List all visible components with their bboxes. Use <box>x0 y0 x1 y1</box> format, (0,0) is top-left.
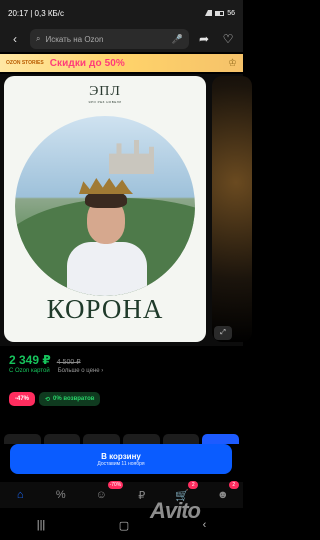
system-nav: ||| ▢ ‹ <box>0 510 243 540</box>
current-price: 2 349 ₽ <box>9 353 51 367</box>
back-icon[interactable]: ‹ <box>6 30 24 48</box>
promo-badge: -70% <box>107 481 124 489</box>
share-icon[interactable]: ➦ <box>195 30 213 48</box>
next-product-image[interactable] <box>212 76 252 342</box>
avito-watermark: Avito <box>150 498 201 523</box>
fresh-icon[interactable]: ☺ -70% <box>91 481 124 505</box>
profile-badge: 2 <box>228 481 239 489</box>
zoom-icon[interactable]: ⤢ <box>214 326 232 340</box>
price-row: 2 349 ₽ 4 500 ₽ <box>9 353 81 367</box>
bottom-nav: ⌂ % ☺ -70% ₽ 🛒 2 ☻ 2 <box>0 481 243 508</box>
tab-strip-segment[interactable] <box>123 434 160 444</box>
home-icon[interactable]: ⌂ <box>10 485 30 505</box>
top-bar: ‹ ⌕ Искать на Ozon 🎤 ➦ ♡ <box>0 26 243 52</box>
publisher-logo: ЭПЛ ЭРО РЕЗ НОВЕЛЛ <box>4 84 206 104</box>
add-to-cart-button[interactable]: В корзину Доставим 11 ноября <box>10 444 232 474</box>
promo-banner[interactable]: OZON STORIES Скидки до 50% ♔ <box>0 54 243 72</box>
price-details: С Ozon картой Больше о цене › <box>9 368 103 374</box>
ruble-icon[interactable]: ₽ <box>132 485 152 505</box>
discount-badge: -47% <box>9 392 36 406</box>
promo-brand: OZON STORIES <box>6 60 44 66</box>
cover-photo <box>15 116 195 296</box>
status-bar: 20:17 | 0,3 КБ/с 56 <box>0 0 243 26</box>
book-title: КОРОНА <box>46 294 164 324</box>
old-price: 4 500 ₽ <box>56 359 81 366</box>
recents-icon[interactable]: ||| <box>37 519 46 531</box>
tab-strip <box>0 434 243 444</box>
home-system-icon[interactable]: ▢ <box>119 519 129 532</box>
crown-icon <box>79 178 133 194</box>
product-image[interactable]: ЭПЛ ЭРО РЕЗ НОВЕЛЛ КОРОНА <box>4 76 206 342</box>
delivery-date: Доставим 11 ноября <box>97 460 145 467</box>
tiara-icon: ♔ <box>228 57 237 69</box>
product-gallery[interactable]: ЭПЛ ЭРО РЕЗ НОВЕЛЛ КОРОНА ⤢ <box>0 74 252 346</box>
add-to-cart-label: В корзину <box>101 451 141 461</box>
mic-icon[interactable]: 🎤 <box>172 34 183 45</box>
discount-icon[interactable]: % <box>51 485 71 505</box>
returns-label: 0% возвратов <box>53 396 95 402</box>
logo-text: ЭПЛ <box>89 84 121 99</box>
castle-illustration <box>109 140 154 174</box>
battery-level: 56 <box>227 9 235 17</box>
tab-strip-segment[interactable] <box>162 434 200 444</box>
search-icon: ⌕ <box>36 34 41 43</box>
search-input[interactable]: ⌕ Искать на Ozon 🎤 <box>30 29 189 49</box>
badges: -47% ⟲ 0% возвратов <box>9 392 101 406</box>
profile-icon[interactable]: ☻ 2 <box>213 481 239 505</box>
favorite-icon[interactable]: ♡ <box>219 30 237 48</box>
more-about-price-link[interactable]: Больше о цене › <box>58 368 104 374</box>
status-indicators: 56 <box>205 10 235 17</box>
tab-strip-segment[interactable] <box>83 434 121 444</box>
refresh-icon: ⟲ <box>45 396 51 403</box>
status-time: 20:17 | 0,3 КБ/с <box>8 8 65 18</box>
battery-icon <box>215 10 225 16</box>
tab-strip-segment[interactable] <box>43 434 81 444</box>
tab-strip-segment-active[interactable] <box>202 434 240 444</box>
search-placeholder: Искать на Ozon <box>45 34 104 44</box>
tab-strip-segment[interactable] <box>4 434 41 444</box>
cart-badge: 2 <box>188 481 199 489</box>
logo-tagline: ЭРО РЕЗ НОВЕЛЛ <box>88 100 122 104</box>
promo-headline: Скидки до 50% <box>49 57 125 69</box>
back-system-icon[interactable]: ‹ <box>203 519 207 531</box>
ozon-card-label: С Ozon картой <box>9 368 50 374</box>
returns-badge[interactable]: ⟲ 0% возвратов <box>39 392 101 406</box>
man-with-crown-illustration <box>65 174 149 296</box>
signal-icon <box>205 10 213 16</box>
